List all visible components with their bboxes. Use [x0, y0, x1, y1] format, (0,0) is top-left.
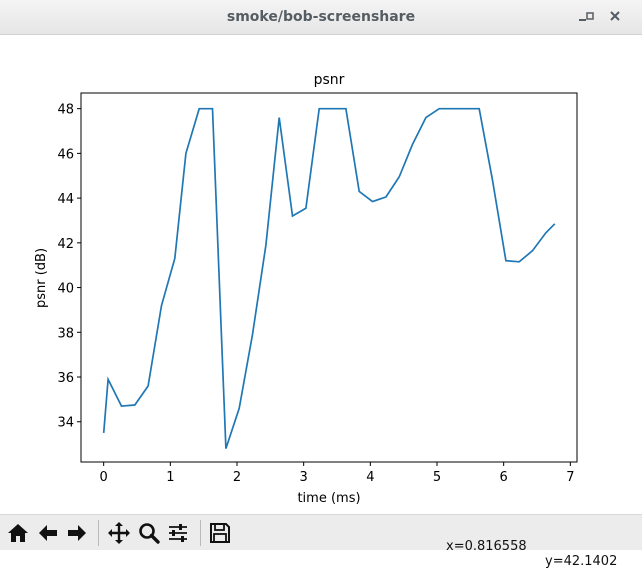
y-tick-label: 36 [57, 371, 74, 386]
x-tick-label: 0 [100, 470, 108, 485]
y-tick-label: 34 [57, 416, 74, 431]
title-bar: smoke/bob-screenshare [0, 0, 642, 35]
y-tick-label: 38 [57, 326, 74, 341]
y-tick-label: 48 [57, 103, 74, 118]
window-title: smoke/bob-screenshare [226, 9, 416, 25]
cursor-coordinates: x=0.816558 y=42.1402 [0, 524, 642, 569]
x-tick-label: 1 [166, 470, 174, 485]
psnr-chart[interactable]: psnr 01234567 3436384042444648 time (ms)… [0, 36, 642, 514]
navigation-toolbar: x=0.816558 y=42.1402 [0, 514, 642, 569]
x-coordinate-readout: x=0.816558 [446, 539, 527, 554]
chart-title: psnr [314, 72, 345, 88]
y-coordinate-readout: y=42.1402 [545, 554, 618, 569]
figure-canvas[interactable]: psnr 01234567 34 36 38 40 42 44 46 48 time (ms)… [0, 36, 642, 514]
x-axis: 0 1 2 3 4 5 6 7 [100, 462, 574, 485]
x-axis-label: time (ms) [297, 491, 360, 506]
x-tick-label: 7 [566, 470, 574, 485]
y-tick-label: 46 [57, 147, 74, 162]
x-tick-label: 5 [433, 470, 441, 485]
x-tick-label: 2 [233, 470, 241, 485]
y-axis-label: psnr (dB) [34, 248, 49, 308]
y-tick-label: 44 [57, 192, 74, 207]
close-icon[interactable] [608, 9, 622, 23]
x-tick-label: 6 [500, 470, 508, 485]
x-tick-label: 3 [300, 470, 308, 485]
maximize-icon[interactable] [583, 9, 597, 23]
y-tick-label: 40 [57, 282, 74, 297]
plot-frame [80, 92, 578, 463]
x-tick-label: 4 [366, 470, 374, 485]
psnr-line [102, 107, 556, 449]
y-axis: 34 36 38 40 42 44 46 48 [57, 103, 81, 431]
y-tick-label: 42 [57, 237, 74, 252]
